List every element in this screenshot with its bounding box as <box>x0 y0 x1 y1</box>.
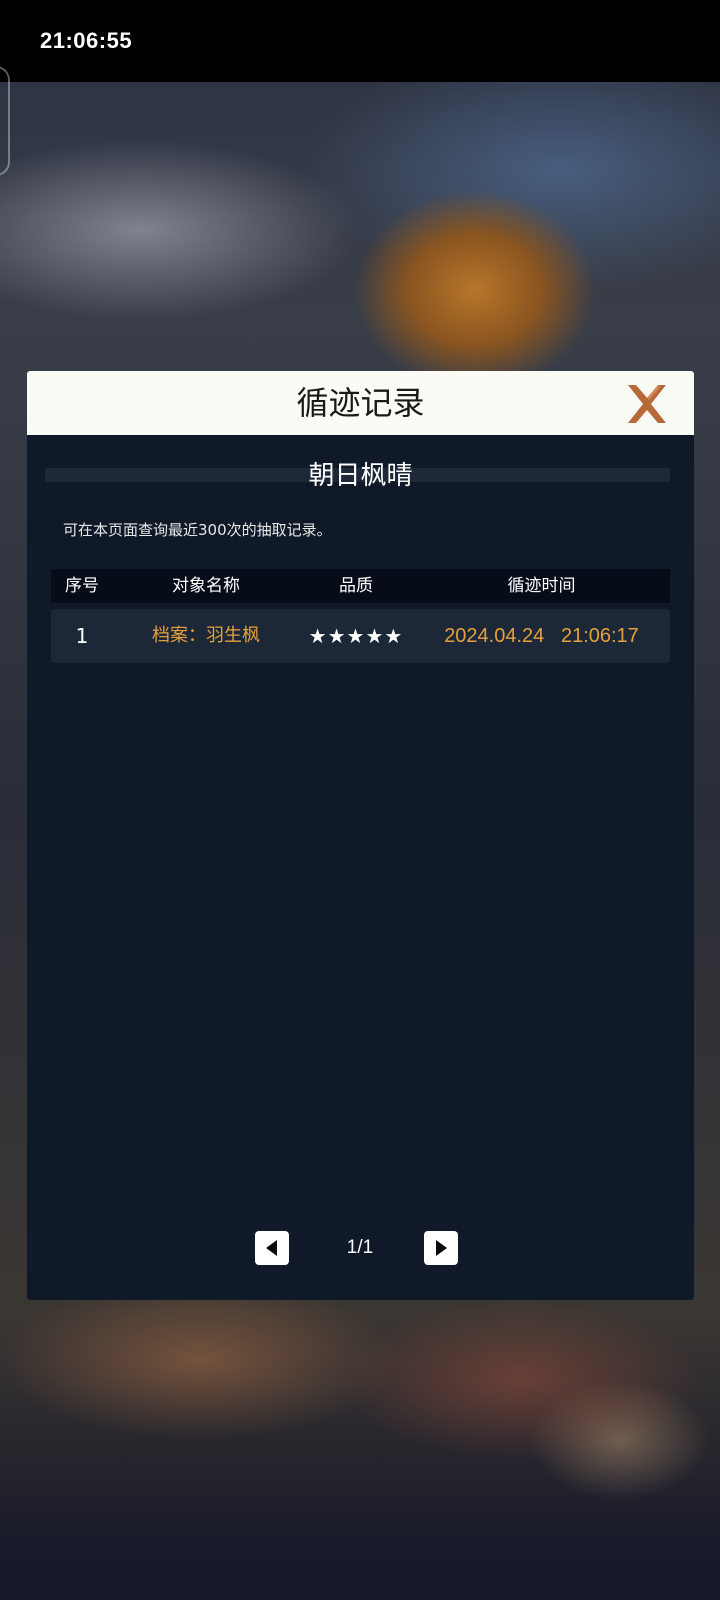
draw-history-modal: 循迹记录 朝日枫晴 可在本页面查询最近300次的抽取记录。 序号 对象名称 品质… <box>27 371 694 1300</box>
banner-name: 朝日枫晴 <box>308 461 413 491</box>
prev-arrow-icon <box>266 1240 277 1256</box>
table-header: 序号 对象名称 品质 循迹时间 <box>51 569 670 603</box>
header-quality: 品质 <box>339 576 373 596</box>
header-name: 对象名称 <box>172 576 240 596</box>
modal-header: 循迹记录 <box>27 371 694 435</box>
close-button[interactable] <box>622 379 672 429</box>
page-indicator: 1/1 <box>346 1237 374 1258</box>
modal-title: 循迹记录 <box>296 384 425 422</box>
row-index: 1 <box>75 624 89 648</box>
status-bar: 21:06:55 <box>0 0 720 82</box>
next-page-button[interactable] <box>424 1231 458 1265</box>
close-x-icon <box>628 385 666 423</box>
description-text: 可在本页面查询最近300次的抽取记录。 <box>63 521 332 539</box>
prev-page-button[interactable] <box>255 1231 289 1265</box>
status-time: 21:06:55 <box>40 28 133 53</box>
row-item-name: 档案：羽生枫 <box>152 625 260 646</box>
next-arrow-icon <box>436 1240 447 1256</box>
row-time: 2024.04.24 21:06:17 <box>444 625 639 647</box>
row-quality-stars: ★★★★★ <box>308 624 404 648</box>
header-time: 循迹时间 <box>507 576 576 596</box>
header-index: 序号 <box>65 576 99 596</box>
side-tab-handle[interactable] <box>0 66 10 176</box>
table-row: 1 档案：羽生枫 ★★★★★ 2024.04.24 21:06:17 <box>51 609 670 663</box>
